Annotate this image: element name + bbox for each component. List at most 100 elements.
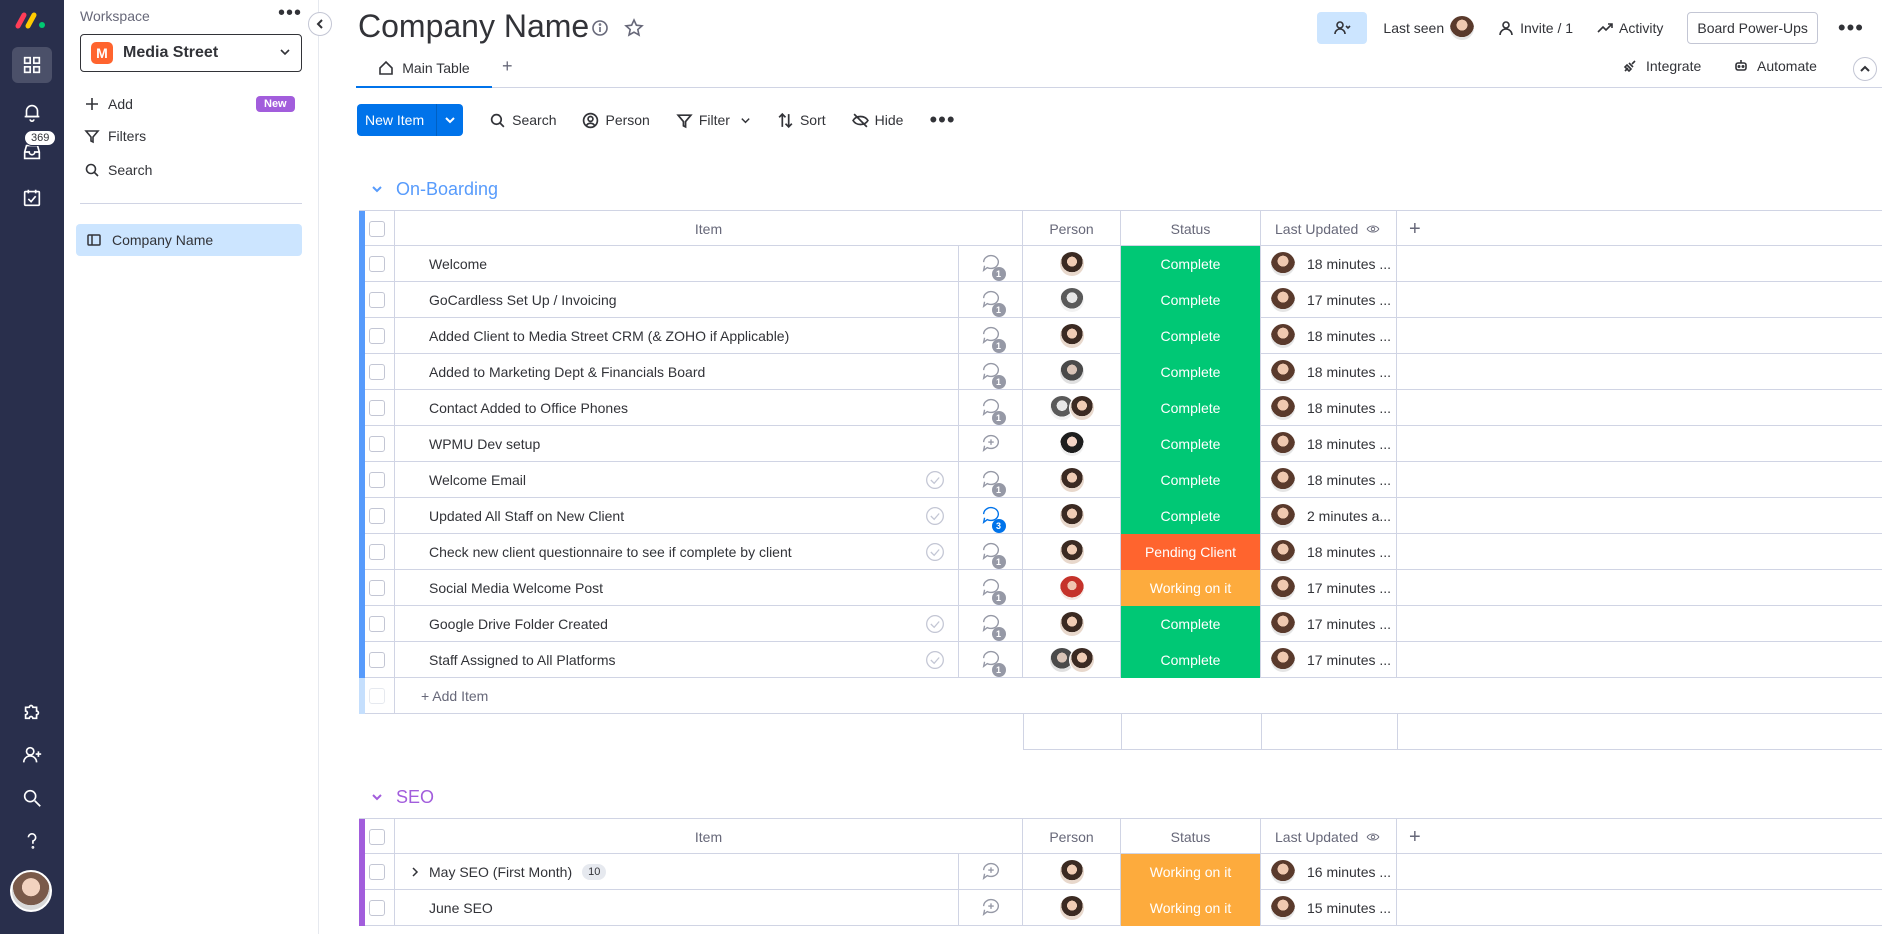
- item-name-cell[interactable]: Welcome: [395, 246, 959, 282]
- group-header-onboarding[interactable]: On-Boarding: [370, 177, 498, 201]
- sort-button[interactable]: Sort: [777, 112, 826, 129]
- invite-button[interactable]: Invite / 1: [1498, 20, 1573, 36]
- star-icon[interactable]: [624, 18, 644, 38]
- workspace-menu-icon[interactable]: •••: [278, 2, 302, 25]
- item-name-cell[interactable]: Social Media Welcome Post: [395, 570, 959, 606]
- status-cell[interactable]: Working on it: [1121, 854, 1261, 890]
- search-button[interactable]: Search: [489, 112, 556, 129]
- updates-cell[interactable]: [959, 890, 1023, 926]
- updates-button[interactable]: 1: [980, 324, 1006, 353]
- mark-done-button[interactable]: [925, 650, 945, 670]
- column-header-person[interactable]: Person: [1023, 819, 1121, 855]
- table-row[interactable]: June SEO Working on it 15 minutes ...: [359, 890, 1882, 926]
- row-checkbox[interactable]: [368, 900, 385, 916]
- user-avatar[interactable]: [10, 870, 52, 912]
- table-row[interactable]: GoCardless Set Up / Invoicing 1 Complete 17…: [359, 282, 1882, 318]
- info-icon[interactable]: [590, 18, 610, 38]
- add-item-row[interactable]: + Add Item: [359, 678, 1882, 714]
- select-all-checkbox[interactable]: [368, 221, 385, 237]
- updates-cell[interactable]: [959, 854, 1023, 890]
- item-name-cell[interactable]: Welcome Email: [395, 462, 959, 498]
- page-title[interactable]: Company Name: [358, 8, 589, 45]
- table-row[interactable]: Updated All Staff on New Client 3 Complete…: [359, 498, 1882, 534]
- status-cell[interactable]: Working on it: [1121, 570, 1261, 606]
- updates-button[interactable]: 1: [980, 576, 1006, 605]
- item-name-cell[interactable]: Staff Assigned to All Platforms: [395, 642, 959, 678]
- row-checkbox[interactable]: [368, 328, 385, 344]
- collapse-sidebar-button[interactable]: [308, 12, 332, 36]
- sidebar-search-button[interactable]: Search: [84, 159, 152, 181]
- table-row[interactable]: Social Media Welcome Post 1 Working on it 1…: [359, 570, 1882, 606]
- board-menu-icon[interactable]: •••: [1838, 15, 1864, 41]
- chevron-down-icon[interactable]: [740, 115, 751, 126]
- chevron-down-icon[interactable]: [370, 182, 384, 196]
- more-actions-icon[interactable]: •••: [929, 107, 955, 133]
- add-view-button[interactable]: +: [502, 56, 513, 77]
- filters-button[interactable]: Filters: [84, 125, 146, 147]
- status-cell[interactable]: Complete: [1121, 642, 1261, 678]
- last-seen-button[interactable]: Last seen: [1383, 16, 1475, 40]
- item-name-cell[interactable]: WPMU Dev setup: [395, 426, 959, 462]
- updates-button[interactable]: [980, 896, 1002, 921]
- item-name-cell[interactable]: Updated All Staff on New Client: [395, 498, 959, 534]
- global-search-button[interactable]: [12, 780, 52, 816]
- row-checkbox[interactable]: [368, 472, 385, 488]
- row-checkbox[interactable]: [368, 508, 385, 524]
- row-checkbox[interactable]: [368, 400, 385, 416]
- column-header-item[interactable]: Item: [395, 819, 1023, 855]
- updates-button[interactable]: 1: [980, 648, 1006, 677]
- person-filter-button[interactable]: Person: [582, 112, 650, 129]
- table-row[interactable]: Added to Marketing Dept & Financials Boa…: [359, 354, 1882, 390]
- status-cell[interactable]: Complete: [1121, 426, 1261, 462]
- status-cell[interactable]: Working on it: [1121, 890, 1261, 926]
- table-row[interactable]: Staff Assigned to All Platforms 1 Complete…: [359, 642, 1882, 678]
- sidebar-item-company-name[interactable]: Company Name: [76, 224, 302, 256]
- table-row[interactable]: WPMU Dev setup Complete 18 minutes ...: [359, 426, 1882, 462]
- add-column-button[interactable]: +: [1397, 218, 1421, 241]
- person-cell[interactable]: [1023, 462, 1121, 498]
- work-management-button[interactable]: [12, 47, 52, 83]
- updates-cell[interactable]: 1: [959, 642, 1023, 678]
- status-cell[interactable]: Complete: [1121, 606, 1261, 642]
- updates-button[interactable]: 1: [980, 396, 1006, 425]
- updates-cell[interactable]: 3: [959, 498, 1023, 534]
- row-checkbox[interactable]: [368, 364, 385, 380]
- item-name-cell[interactable]: Added to Marketing Dept & Financials Boa…: [395, 354, 959, 390]
- updates-button[interactable]: 1: [980, 288, 1006, 317]
- table-row[interactable]: Google Drive Folder Created 1 Complete 17 m…: [359, 606, 1882, 642]
- status-cell[interactable]: Complete: [1121, 390, 1261, 426]
- updates-cell[interactable]: 1: [959, 606, 1023, 642]
- invite-members-button[interactable]: [12, 737, 52, 773]
- person-cell[interactable]: [1023, 426, 1121, 462]
- person-cell[interactable]: [1023, 354, 1121, 390]
- help-button[interactable]: [12, 823, 52, 859]
- hide-button[interactable]: Hide: [851, 112, 903, 129]
- updates-button[interactable]: 1: [980, 468, 1006, 497]
- updates-button[interactable]: 1: [980, 252, 1006, 281]
- updates-cell[interactable]: 1: [959, 462, 1023, 498]
- person-cell[interactable]: [1023, 246, 1121, 282]
- table-row[interactable]: Check new client questionnaire to see if…: [359, 534, 1882, 570]
- person-cell[interactable]: [1023, 534, 1121, 570]
- updates-button[interactable]: 1: [980, 360, 1006, 389]
- item-name-cell[interactable]: GoCardless Set Up / Invoicing: [395, 282, 959, 318]
- updates-cell[interactable]: 1: [959, 318, 1023, 354]
- new-item-dropdown[interactable]: [437, 114, 463, 126]
- monday-logo-icon[interactable]: [14, 10, 50, 30]
- person-cell[interactable]: [1023, 890, 1121, 926]
- new-item-button[interactable]: New Item: [357, 104, 464, 136]
- chevron-down-icon[interactable]: [370, 790, 384, 804]
- select-all-checkbox[interactable]: [368, 829, 385, 845]
- group-header-seo[interactable]: SEO: [370, 785, 434, 809]
- updates-cell[interactable]: [959, 426, 1023, 462]
- tab-main-table[interactable]: Main Table: [356, 50, 492, 88]
- filter-button[interactable]: Filter: [676, 112, 751, 129]
- mark-done-button[interactable]: [925, 470, 945, 490]
- expand-subitems-button[interactable]: [409, 865, 421, 877]
- status-cell[interactable]: Complete: [1121, 282, 1261, 318]
- updates-button[interactable]: [980, 860, 1002, 885]
- status-cell[interactable]: Complete: [1121, 246, 1261, 282]
- item-name-cell[interactable]: Contact Added to Office Phones: [395, 390, 959, 426]
- workspace-select[interactable]: M Media Street: [80, 34, 302, 72]
- person-cell[interactable]: [1023, 642, 1121, 678]
